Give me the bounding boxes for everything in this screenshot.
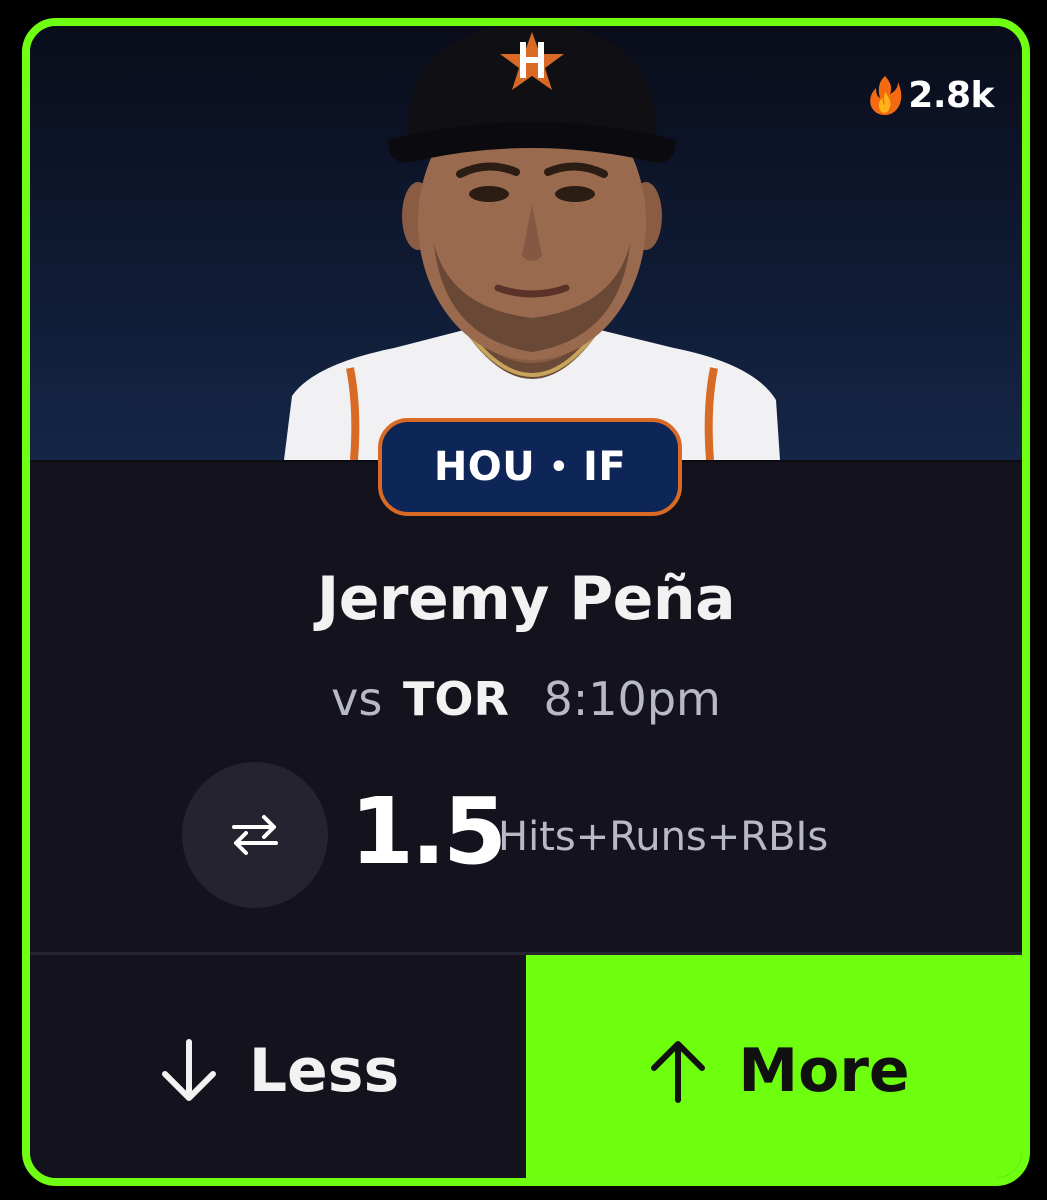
swap-projection-button[interactable]: [182, 762, 328, 908]
projection-line: 1.5: [350, 778, 507, 885]
more-button[interactable]: More: [526, 955, 1022, 1178]
arrow-up-icon: [651, 1040, 706, 1103]
matchup-info: vs TOR 8:10pm: [30, 672, 1022, 726]
player-prop-card[interactable]: 2.8k HOU • IF Jeremy Peña vs TOR 8:10pm …: [22, 18, 1030, 1186]
vs-label: vs: [331, 672, 383, 726]
less-button[interactable]: Less: [30, 955, 526, 1178]
team-code: HOU: [433, 444, 536, 490]
more-label: More: [738, 1035, 910, 1106]
less-label: Less: [248, 1035, 400, 1106]
player-position: IF: [582, 444, 627, 490]
projection-stat: Hits+Runs+RBIs: [498, 814, 829, 860]
team-position-badge: HOU • IF: [378, 418, 682, 516]
game-time: 8:10pm: [543, 672, 721, 726]
trend-indicator: 2.8k: [868, 74, 994, 116]
swap-arrows-icon: [232, 815, 278, 855]
player-name: Jeremy Peña: [316, 564, 736, 634]
trend-count: 2.8k: [908, 74, 994, 116]
player-headshot: [284, 26, 780, 460]
badge-separator: •: [549, 449, 569, 485]
arrow-down-icon: [161, 1038, 216, 1101]
fire-icon: [870, 76, 902, 115]
opponent-team: TOR: [402, 672, 509, 726]
player-hero-banner: 2.8k: [30, 26, 1022, 460]
